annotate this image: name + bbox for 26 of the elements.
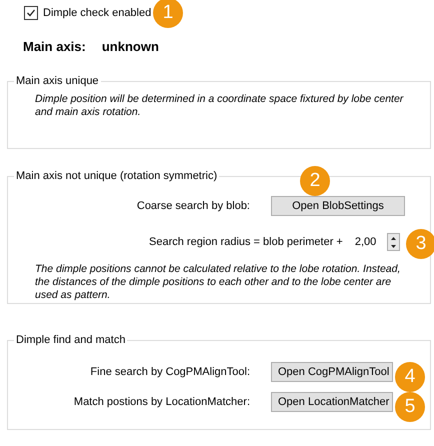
field-label: Match postions by LocationMatcher: [74, 396, 250, 408]
main-axis-value: unknown [102, 39, 159, 54]
open-button[interactable]: Open LocationMatcher [271, 392, 393, 412]
note-text: The dimple positions cannot be calculated relative to the lobe rotation. Instead, the distances of the dimple positions to each other and to the lobe center are used as pattern. [35, 263, 402, 302]
open-button[interactable]: Open CogPMAlignTool [271, 362, 393, 382]
group-title: Main axis unique [15, 75, 100, 87]
callout-badge: 2 [300, 166, 330, 196]
group-title: Dimple find and match [15, 334, 126, 346]
group-title: Main axis not unique (rotation symmetric) [15, 170, 218, 182]
field-label: Coarse search by blob: [136, 200, 250, 212]
down-arrow-icon[interactable] [388, 242, 398, 250]
field-label: Search region radius = blob perimeter + [149, 236, 343, 248]
check-icon [26, 8, 36, 18]
callout-badge: 3 [406, 229, 434, 259]
checkbox-label[interactable]: Dimple check enabled [43, 7, 152, 19]
field-label: Fine search by CogPMAlignTool: [90, 366, 250, 378]
spinner-control[interactable] [386, 233, 400, 251]
up-arrow-icon[interactable] [388, 234, 398, 242]
radius-value[interactable]: 2,00 [354, 236, 387, 248]
note-text: Dimple position will be determined in a coordinate space fixtured by lobe center and main axis rotation. [35, 93, 404, 119]
open-button[interactable]: Open BlobSettings [271, 196, 405, 216]
main-axis-label: Main axis: [23, 39, 86, 54]
callout-badge: 5 [395, 392, 425, 422]
checkbox[interactable] [24, 6, 38, 20]
callout-badge: 4 [395, 362, 425, 392]
callout-badge: 1 [153, 0, 183, 28]
